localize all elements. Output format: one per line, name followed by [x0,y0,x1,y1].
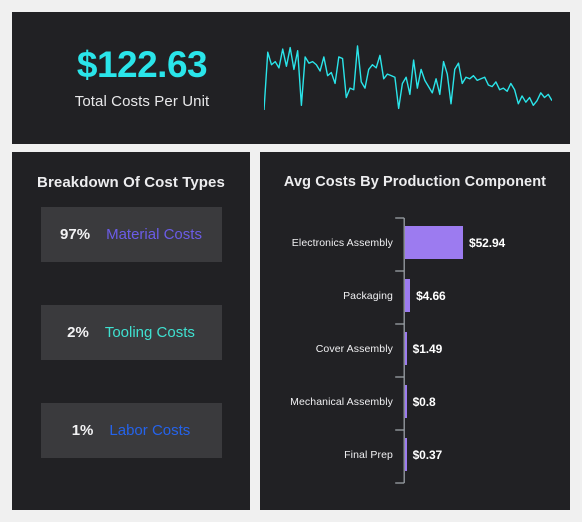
bar-category-label: Mechanical Assembly [290,395,393,408]
cost-type-percent: 1% [71,422,94,439]
bar-value-label: $0.37 [412,447,443,462]
cost-type-label: Tooling Costs [104,324,195,341]
bar-row[interactable]: Electronics Assembly $52.94 [260,216,570,269]
sparkline-chart [264,43,570,113]
cost-type-label: Labor Costs [109,422,191,439]
bar-category-label: Cover Assembly [315,342,393,355]
bar-category-label: Final Prep [344,448,393,461]
component-costs-panel: Avg Costs By Production Component Electr… [260,152,570,510]
breakdown-title: Breakdown Of Cost Types [37,174,225,191]
bar [405,226,463,259]
bar-row-list: Electronics Assembly $52.94 Packaging $4.66… [260,206,570,491]
sparkline-svg [264,43,552,113]
bar-value-label: $4.66 [416,288,446,303]
kpi-panel: $122.63 Total Costs Per Unit [12,12,570,144]
bar-chart: Electronics Assembly $52.94 Packaging $4.66… [260,206,570,491]
cost-type-label: Material Costs [106,226,202,243]
bar [405,332,407,365]
bar-category-label: Packaging [343,289,393,302]
cost-type-percent: 2% [67,324,89,341]
bar [405,385,407,418]
cost-type-card[interactable]: 1% Labor Costs [40,403,222,458]
chart-title: Avg Costs By Production Component [283,174,547,190]
bar-row[interactable]: Mechanical Assembly $0.8 [260,375,570,428]
kpi-label: Total Costs Per Unit [74,93,210,111]
bar [405,438,407,471]
cost-type-card[interactable]: 97% Material Costs [40,207,222,262]
kpi-block: $122.63 Total Costs Per Unit [12,43,264,111]
bar-row[interactable]: Final Prep $0.37 [260,428,570,481]
bar-value-label: $1.49 [412,341,443,356]
bar-value-label: $0.8 [412,394,436,409]
cost-type-card[interactable]: 2% Tooling Costs [40,305,222,360]
cost-type-percent: 97% [60,226,91,243]
bar-row[interactable]: Cover Assembly $1.49 [260,322,570,375]
breakdown-panel: Breakdown Of Cost Types 97% Material Cost… [12,152,250,510]
bar-row[interactable]: Packaging $4.66 [260,269,570,322]
bar-value-label: $52.94 [469,235,506,250]
bar [405,279,411,312]
bar-category-label: Electronics Assembly [291,236,393,249]
kpi-value: $122.63 [76,43,208,85]
dashboard: $122.63 Total Costs Per Unit Breakdown O… [0,0,582,522]
cost-type-list: 97% Material Costs 2% Tooling Costs 1% Labor … [12,207,250,458]
